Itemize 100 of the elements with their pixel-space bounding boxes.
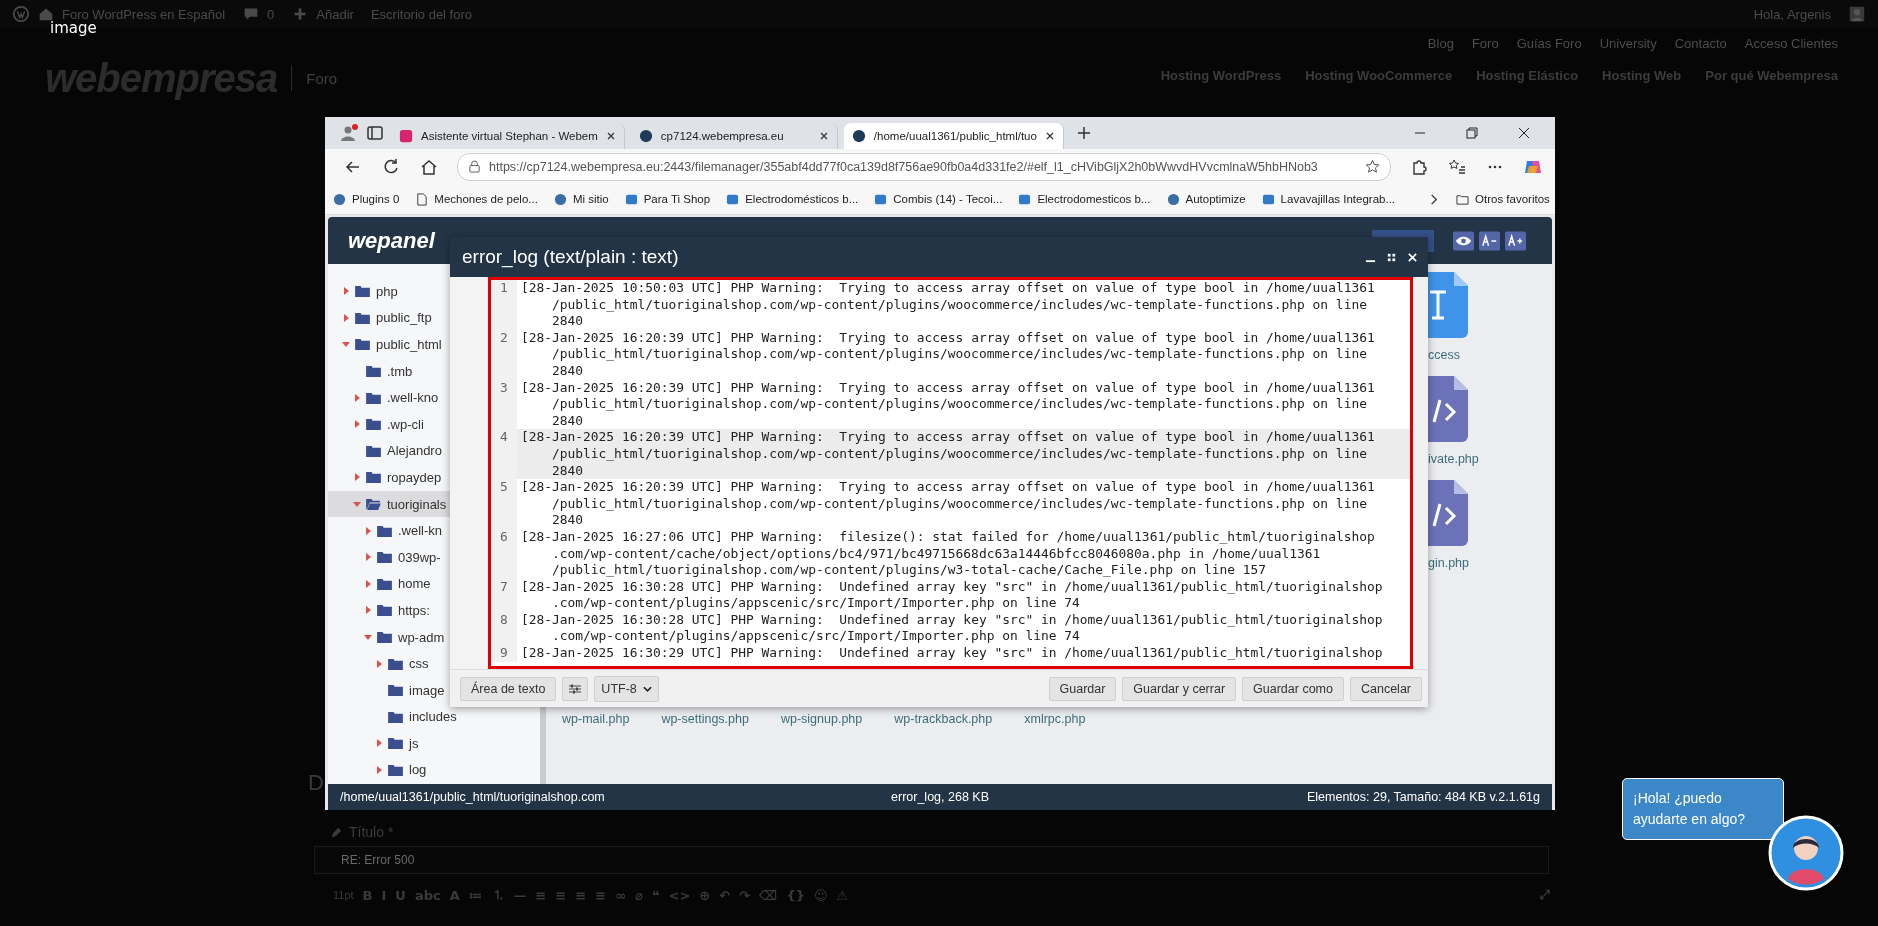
line-number: 9 [491,645,517,662]
bookmark[interactable]: Mechones de pelo... [415,192,538,206]
current-path: /home/uual1361/public_html/tuoriginalshop.com [340,790,606,804]
bookmark[interactable]: Para Ti Shop [624,192,711,206]
folder-icon [377,551,392,564]
section-name: Foro [306,69,338,87]
caret-right-icon[interactable] [364,579,372,588]
folder-icon [366,498,381,511]
chat-bubble[interactable]: ¡Hola! ¿puedo ayudarte en algo? [1622,778,1784,840]
log-line: /public_html/tuoriginalshop.com/wp-content/plugins/woocommerce/includes/wc-template-functions.php on line [551,396,1368,413]
file-item[interactable]: gin.php [1428,480,1492,570]
close-icon[interactable] [1518,127,1530,139]
settings-button[interactable] [562,676,589,701]
dialog-button[interactable]: Guardar como [1242,676,1344,701]
round-logo-icon [851,129,866,143]
square-logo-icon [1018,192,1032,206]
scrollbar-track[interactable] [1413,277,1428,669]
bookmark[interactable]: Autoptimize [1166,192,1246,206]
file-name[interactable]: xmlrpc.php [1024,712,1086,726]
log-entry[interactable]: 9 [28-Jan-2025 16:30:29 UTC] PHP Warning: Undefined array key "src" in /home/uual1361/public_html/tuoriginalshop [491,645,1410,662]
folder-icon [388,657,403,670]
eye-icon[interactable] [1453,230,1474,251]
bookmark[interactable]: Electrodomésticos b... [726,192,859,206]
log-line: [28-Jan-2025 16:20:39 UTC] PHP Warning: Trying to access array offset on value of type bool in /home/uual1361 [521,329,1376,347]
caret-right-icon[interactable] [364,606,372,615]
profile-icon[interactable] [339,123,359,143]
font-larger-icon[interactable] [1505,230,1526,251]
log-line: 2840 [551,512,585,529]
bookmark[interactable]: Mi sitio [553,192,609,206]
log-line: 2840 [551,462,585,480]
caret-right-icon[interactable] [342,313,350,322]
log-entry[interactable] [491,429,1410,480]
log-entry[interactable]: 7 [28-Jan-2025 16:30:28 UTC] PHP Warning: Undefined array key "src" in /home/uual1361/public_html/tuoriginalshop .com/wp-content/plugins/appscenic/src/Import/Importer.php on line 74 [491,578,1410,612]
caret-right-icon[interactable] [375,659,383,668]
folder-item[interactable]: log [328,756,540,784]
text-area-button[interactable]: Área de texto [460,676,557,701]
folder-icon [388,737,403,750]
file-item[interactable]: ivate.php [1428,376,1492,466]
caret-down-icon[interactable] [364,633,372,641]
file-item[interactable]: ccess [1428,272,1492,362]
restore-icon[interactable] [1466,127,1478,139]
title-input[interactable]: RE: Error 500 [314,846,1549,874]
caret-right-icon[interactable] [375,739,383,748]
font-smaller-icon[interactable] [1479,230,1500,251]
file-name[interactable]: wp-settings.php [661,712,749,726]
caret-right-icon[interactable] [364,526,372,535]
bookmark[interactable]: Combis (14) - Tecoi... [874,192,1003,206]
caret-right-icon[interactable] [353,473,361,482]
caret-right-icon[interactable] [375,766,383,774]
app-logo[interactable]: wepanel [348,227,435,254]
folder-icon [388,684,403,697]
file-name[interactable]: wp-signup.php [780,712,863,726]
tab-list-icon[interactable] [365,123,385,143]
line-number: 7 [491,578,517,612]
folder-icon [355,311,370,324]
caret-down-icon[interactable] [353,500,361,509]
chat-avatar-icon[interactable] [1768,815,1844,891]
browser-tab[interactable]: /home/uual1361/public_html/tuo [843,123,1064,149]
close-icon[interactable] [605,131,616,141]
round-logo-icon [1166,192,1180,206]
folder-icon [355,338,370,351]
maximize-icon[interactable] [1386,251,1397,263]
close-icon[interactable] [1044,131,1055,141]
folder-icon [366,444,381,457]
folder-icon [355,285,370,298]
bookmark-folder[interactable]: Otros favoritos [1456,192,1550,206]
bookmark[interactable]: Electrodomesticos b... [1018,192,1151,206]
folder-item[interactable]: js [328,730,540,757]
caret-right-icon[interactable] [364,553,372,562]
folder-item[interactable]: includes [328,703,540,731]
dialog-button[interactable]: Guardar [1048,676,1117,701]
selected-file-info: error_log, 268 KB [891,790,989,804]
caret-right-icon[interactable] [353,420,361,429]
log-line: /public_html/tuoriginalshop.com/wp-content/plugins/woocommerce/includes/wc-template-functions.php on line [551,346,1368,363]
lightbox-caption: image [50,19,97,37]
log-line: 2840 [551,313,585,330]
close-icon[interactable] [818,131,829,141]
caret-right-icon[interactable] [342,287,350,296]
caret-right-icon[interactable] [353,393,361,402]
bookmark[interactable]: Lavavajillas Integrab... [1261,192,1396,206]
log-line: /public_html/tuoriginalshop.com/wp-content/plugins/woocommerce/includes/wc-template-functions.php on line [551,296,1368,314]
folder-icon [377,577,392,590]
code-file-icon [1428,480,1468,546]
folder-icon [1456,192,1470,206]
log-entry[interactable]: 8 [28-Jan-2025 16:30:28 UTC] PHP Warning: Undefined array key "src" in /home/uual1361/public_html/tuoriginalshop .com/wp-content/plugins/appscenic/src/Import/Importer.php on line 74 [491,611,1410,646]
address-bar[interactable]: https://cp7124.webempresa.eu:2443/filemanager/355abf4dd77f0ca139d8f756ae90fb0a4d331fe2/#elf_l1_cHVibGljX2h0bWwvdHVvcmlnaW5hbHNob3 [457,152,1391,181]
avatar-icon [1848,5,1866,23]
file-name[interactable]: wp-mail.php [562,712,630,726]
square-logo-icon [874,192,888,206]
bookmark[interactable]: Plugins 0 [333,192,400,206]
log-line: [28-Jan-2025 16:30:28 UTC] PHP Warning: Undefined array key "src" in /home/uual1361/public_html/tuoriginalshop [521,611,1384,629]
pen-icon [330,825,343,839]
dialog-button[interactable]: Cancelar [1349,676,1422,701]
folder-icon [388,764,403,776]
encoding-select[interactable]: UTF-8 [594,675,659,702]
dialog-title: error_log (text/plain : text) [462,246,679,268]
file-name[interactable]: wp-trackback.php [894,712,993,726]
dialog-button[interactable]: Guardar y cerrar [1122,676,1237,701]
line-number: 1 [491,280,517,330]
caret-down-icon[interactable] [342,340,350,349]
